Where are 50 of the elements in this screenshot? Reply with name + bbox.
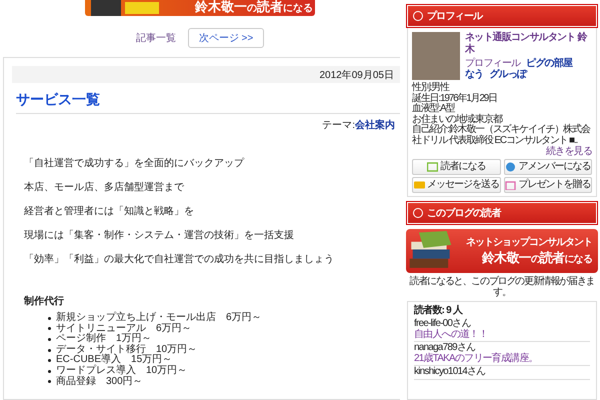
circle-icon bbox=[413, 11, 423, 21]
list-item: ワードプレス導入 10万円～ bbox=[48, 366, 400, 377]
reader-blog-link[interactable]: 自由人への道！！ bbox=[414, 330, 590, 340]
reader-banner[interactable]: ネットショップコンサルタント 鈴木敬一の読者になる bbox=[406, 229, 598, 273]
banner-ad[interactable]: 鈴木敬一の読者になる bbox=[85, 0, 315, 16]
banner-text: 鈴木敬一の読者になる bbox=[195, 0, 313, 16]
action-button[interactable]: 読者になる bbox=[412, 159, 500, 175]
article-date: 2012年09月05日 bbox=[320, 68, 394, 82]
section-heading: 制作代行 bbox=[24, 294, 65, 308]
profile-fact: お住まいの地域:東京都 bbox=[412, 114, 502, 124]
read-more-link[interactable]: 続きを見る bbox=[546, 146, 592, 157]
action-button[interactable]: アメンバーになる bbox=[504, 159, 592, 175]
profile-fact: 性別:男性 bbox=[412, 83, 450, 93]
reader-blog-link[interactable]: 21歳TAKAのフリー育成講座。 bbox=[414, 354, 590, 364]
next-page-button[interactable]: 次ページ >> bbox=[188, 28, 264, 48]
reader-name-link[interactable]: free-life-00さん bbox=[414, 319, 590, 330]
article-list-link[interactable]: 記事一覧 bbox=[136, 31, 176, 45]
theme-label: テーマ: bbox=[322, 119, 355, 132]
profile-link[interactable]: プロフィール bbox=[465, 58, 520, 69]
photo-placeholder bbox=[91, 0, 121, 16]
profile-link[interactable]: ピグの部屋 bbox=[526, 58, 572, 69]
photo-placeholder bbox=[412, 32, 460, 80]
reader-name-link[interactable]: kinshicyo1014さん bbox=[414, 367, 590, 378]
profile-fact: 誕生日:1976年1月29日 bbox=[412, 94, 498, 104]
list-item: ページ制作 1万円～ bbox=[48, 334, 400, 345]
paragraph: 経営者と管理者には「知識と戦略」を bbox=[24, 206, 195, 218]
reader-name-link[interactable]: nanaga789さん bbox=[414, 343, 590, 354]
list-item: 商品登録 300円～ bbox=[48, 376, 400, 388]
list-item: 新規ショップ立ち上げ・モール出店 6万円～ bbox=[48, 313, 400, 324]
section-title: プロフィール bbox=[427, 9, 482, 23]
theme-link[interactable]: 会社案内 bbox=[355, 118, 395, 132]
section-title: このブログの読者 bbox=[427, 206, 501, 220]
paragraph: 「効率」「利益」の最大化で自社運営での成功を共に目指しましょう bbox=[24, 254, 335, 266]
profile-link[interactable]: なう bbox=[465, 69, 484, 80]
circle-icon bbox=[413, 208, 423, 218]
banner-text: 鈴木敬一の読者になる bbox=[482, 249, 592, 267]
paragraph: 現場には「集客・制作・システム・運営の技術」を一括支援 bbox=[24, 230, 295, 242]
reader-count: 読者数: 9 人 bbox=[414, 305, 464, 317]
profile-name-link[interactable]: ネット通販コンサルタント 鈴木 bbox=[465, 32, 592, 56]
list-item: EC-CUBE導入 15万円～ bbox=[48, 355, 400, 366]
action-button[interactable]: メッセージを送る bbox=[412, 177, 500, 193]
profile-fact: 自己紹介:鈴木敬一（スズキケイイチ）株式会社ドリル 代表取締役 ECコンサルタント ■.. bbox=[412, 125, 592, 146]
profile-link[interactable]: グルっぽ bbox=[489, 69, 526, 80]
profile-fact: 血液型:A型 bbox=[412, 104, 455, 114]
paragraph: 本店、モール店、多店舗型運営まで bbox=[24, 182, 185, 194]
article-title[interactable]: サービス一覧 bbox=[16, 91, 400, 114]
banner-subtitle: ネットショップコンサルタント bbox=[466, 235, 592, 249]
reader-note: 読者になると、このブログの更新情報が届きます。 bbox=[408, 276, 596, 298]
action-button[interactable]: プレゼントを贈る bbox=[504, 177, 592, 193]
paragraph: 「自社運営で成功する」を全面的にバックアップ bbox=[24, 158, 246, 170]
